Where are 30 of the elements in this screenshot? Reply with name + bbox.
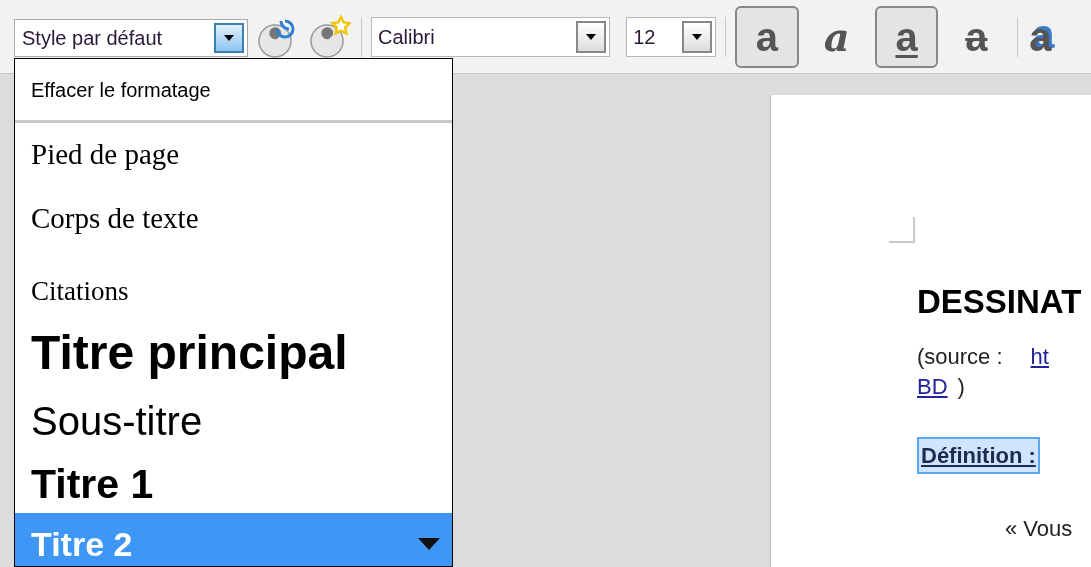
font-name-value: Calibri [378, 24, 436, 50]
shadow-button[interactable]: a [1027, 5, 1091, 68]
style-combo-box[interactable]: Style par défaut [14, 18, 249, 57]
dropdown-caret-icon[interactable] [682, 20, 712, 53]
font-name-box[interactable]: Calibri [371, 16, 611, 57]
dropdown-caret-icon[interactable] [576, 20, 607, 53]
source-link[interactable]: ht [1030, 340, 1049, 373]
underline-button[interactable]: a [874, 5, 939, 68]
style-list-item[interactable]: Titre 1 [15, 457, 452, 513]
source-link[interactable]: BD [917, 373, 948, 401]
quote-text: « Vous [1005, 514, 1074, 543]
style-combo-value: Style par défaut [22, 25, 164, 51]
style-list-item[interactable]: Citations [15, 251, 452, 321]
source-label: (source : [917, 343, 1003, 371]
selected-definition-text[interactable]: Définition : [917, 436, 1040, 474]
style-list-item[interactable]: Titre principal [15, 321, 452, 385]
margin-corner-mark [889, 217, 915, 243]
style-list-item[interactable]: Sous-titre [15, 385, 452, 457]
closing-parenthesis: ) [957, 373, 965, 401]
strikethrough-button[interactable]: a [944, 5, 1009, 68]
font-size-box[interactable]: 12 [626, 16, 716, 57]
dropdown-caret-icon[interactable] [214, 22, 245, 53]
document-heading: DESSINAT [917, 285, 1083, 318]
font-size-value: 12 [633, 24, 657, 50]
style-list-item[interactable]: Effacer le formatage [15, 59, 452, 123]
style-list-item[interactable]: Pied de page [15, 123, 452, 187]
bold-button[interactable]: a [735, 5, 799, 68]
italic-button[interactable]: a [804, 5, 869, 68]
menu-caret-icon[interactable] [418, 538, 440, 550]
style-list-item[interactable]: Corps de texte [15, 187, 452, 251]
